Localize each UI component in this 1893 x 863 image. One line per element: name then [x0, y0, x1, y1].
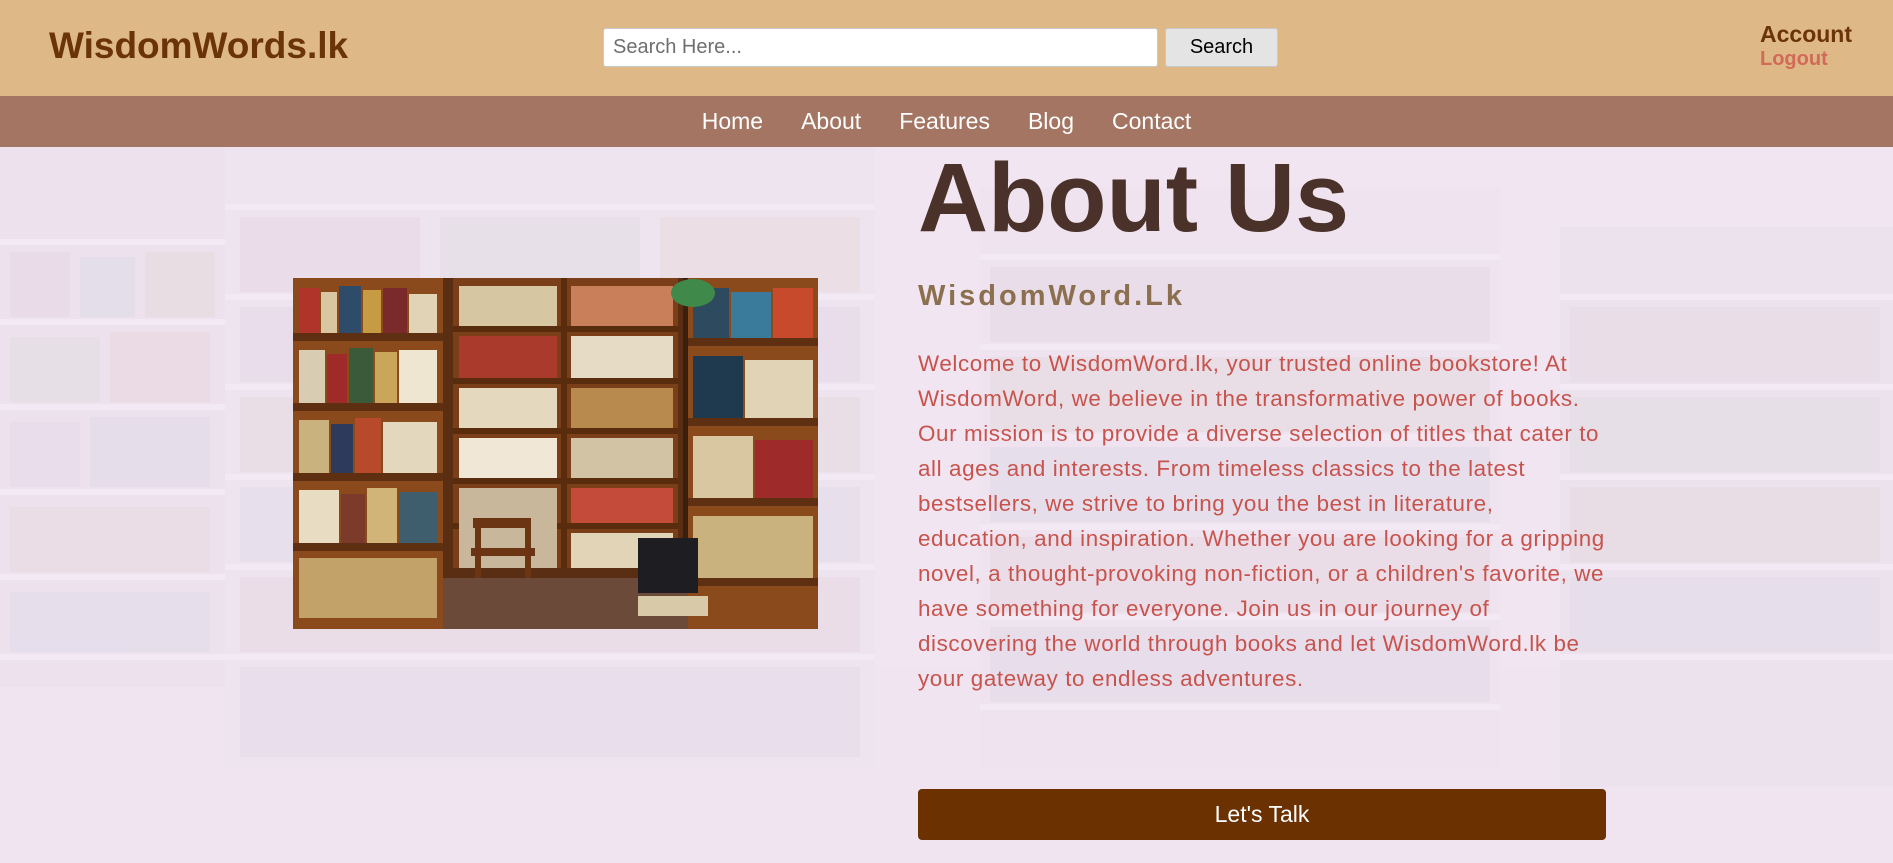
site-header: WisdomWords.lk Search Account Logout — [0, 0, 1893, 96]
nav-link-features[interactable]: Features — [899, 108, 990, 134]
site-logo[interactable]: WisdomWords.lk — [49, 24, 348, 68]
page-title: About Us — [918, 147, 1350, 252]
nav-item-blog: Blog — [1028, 108, 1074, 135]
nav-item-home: Home — [702, 108, 763, 135]
main-nav: Home About Features Blog Contact — [0, 96, 1893, 147]
nav-link-home[interactable]: Home — [702, 108, 763, 134]
nav-item-about: About — [801, 108, 861, 135]
account-label[interactable]: Account — [1760, 21, 1852, 47]
nav-link-blog[interactable]: Blog — [1028, 108, 1074, 134]
lets-talk-button[interactable]: Let's Talk — [918, 789, 1606, 840]
nav-item-contact: Contact — [1112, 108, 1191, 135]
nav-list: Home About Features Blog Contact — [0, 96, 1893, 147]
search-button[interactable]: Search — [1165, 28, 1278, 67]
search-input[interactable] — [603, 28, 1158, 67]
nav-link-contact[interactable]: Contact — [1112, 108, 1191, 134]
bookstore-photo — [293, 278, 818, 629]
nav-item-features: Features — [899, 108, 990, 135]
about-paragraph: Welcome to WisdomWord.lk, your trusted o… — [918, 351, 1605, 691]
nav-link-about[interactable]: About — [801, 108, 861, 134]
account-menu: Account Logout — [1760, 21, 1852, 71]
logout-link[interactable]: Logout — [1760, 47, 1852, 71]
about-section: About Us WisdomWord.Lk Welcome to Wisdom… — [0, 147, 1893, 863]
brand-subtitle: WisdomWord.Lk — [918, 280, 1185, 312]
